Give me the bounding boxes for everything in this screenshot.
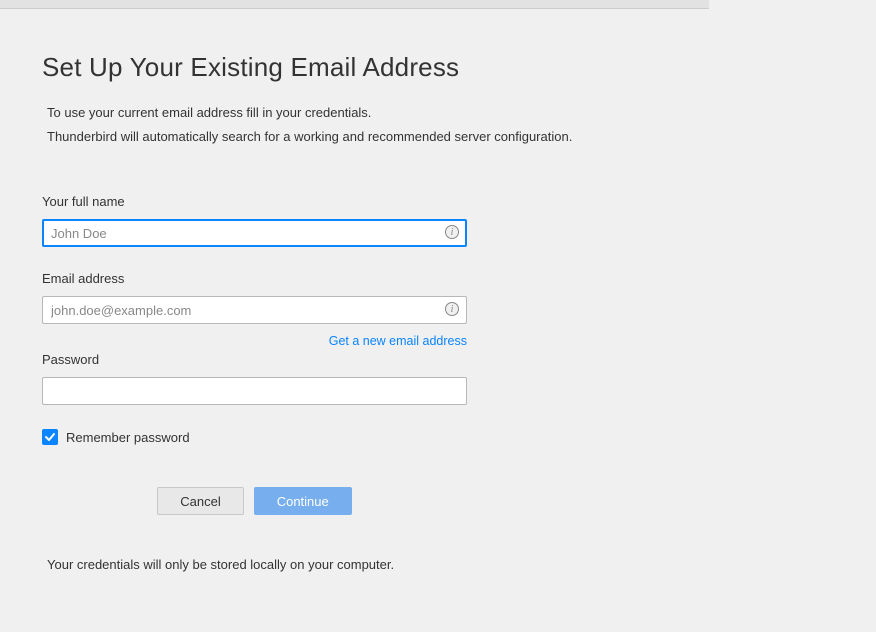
continue-button[interactable]: Continue — [254, 487, 352, 515]
remember-label[interactable]: Remember password — [66, 430, 190, 445]
full-name-group: Your full name i — [42, 194, 620, 247]
full-name-info-icon-wrap[interactable]: i — [445, 225, 461, 241]
intro-line-1: To use your current email address fill i… — [42, 103, 620, 123]
setup-container: Set Up Your Existing Email Address To us… — [0, 0, 620, 572]
password-input[interactable] — [42, 377, 467, 405]
info-icon: i — [445, 225, 459, 239]
get-new-email-link[interactable]: Get a new email address — [329, 334, 467, 348]
buttons-row: Cancel Continue — [42, 487, 467, 515]
page-title: Set Up Your Existing Email Address — [42, 52, 620, 83]
footer-note: Your credentials will only be stored loc… — [42, 557, 620, 572]
cancel-button[interactable]: Cancel — [157, 487, 243, 515]
remember-checkbox[interactable] — [42, 429, 58, 445]
password-label: Password — [42, 352, 620, 367]
email-input[interactable] — [42, 296, 467, 324]
full-name-input[interactable] — [42, 219, 467, 247]
full-name-label: Your full name — [42, 194, 620, 209]
intro-line-2: Thunderbird will automatically search fo… — [42, 127, 620, 147]
password-group: Password — [42, 352, 620, 405]
info-icon: i — [445, 302, 459, 316]
new-email-link-row: Get a new email address — [42, 332, 467, 350]
email-info-icon-wrap[interactable]: i — [445, 302, 461, 318]
checkmark-icon — [44, 431, 56, 443]
email-label: Email address — [42, 271, 620, 286]
password-input-wrap — [42, 377, 467, 405]
email-group: Email address i — [42, 271, 620, 324]
full-name-input-wrap: i — [42, 219, 467, 247]
form-section: Your full name i Email address i Get a n… — [42, 194, 620, 572]
window-titlebar-border — [0, 0, 709, 9]
email-input-wrap: i — [42, 296, 467, 324]
remember-row: Remember password — [42, 429, 620, 445]
